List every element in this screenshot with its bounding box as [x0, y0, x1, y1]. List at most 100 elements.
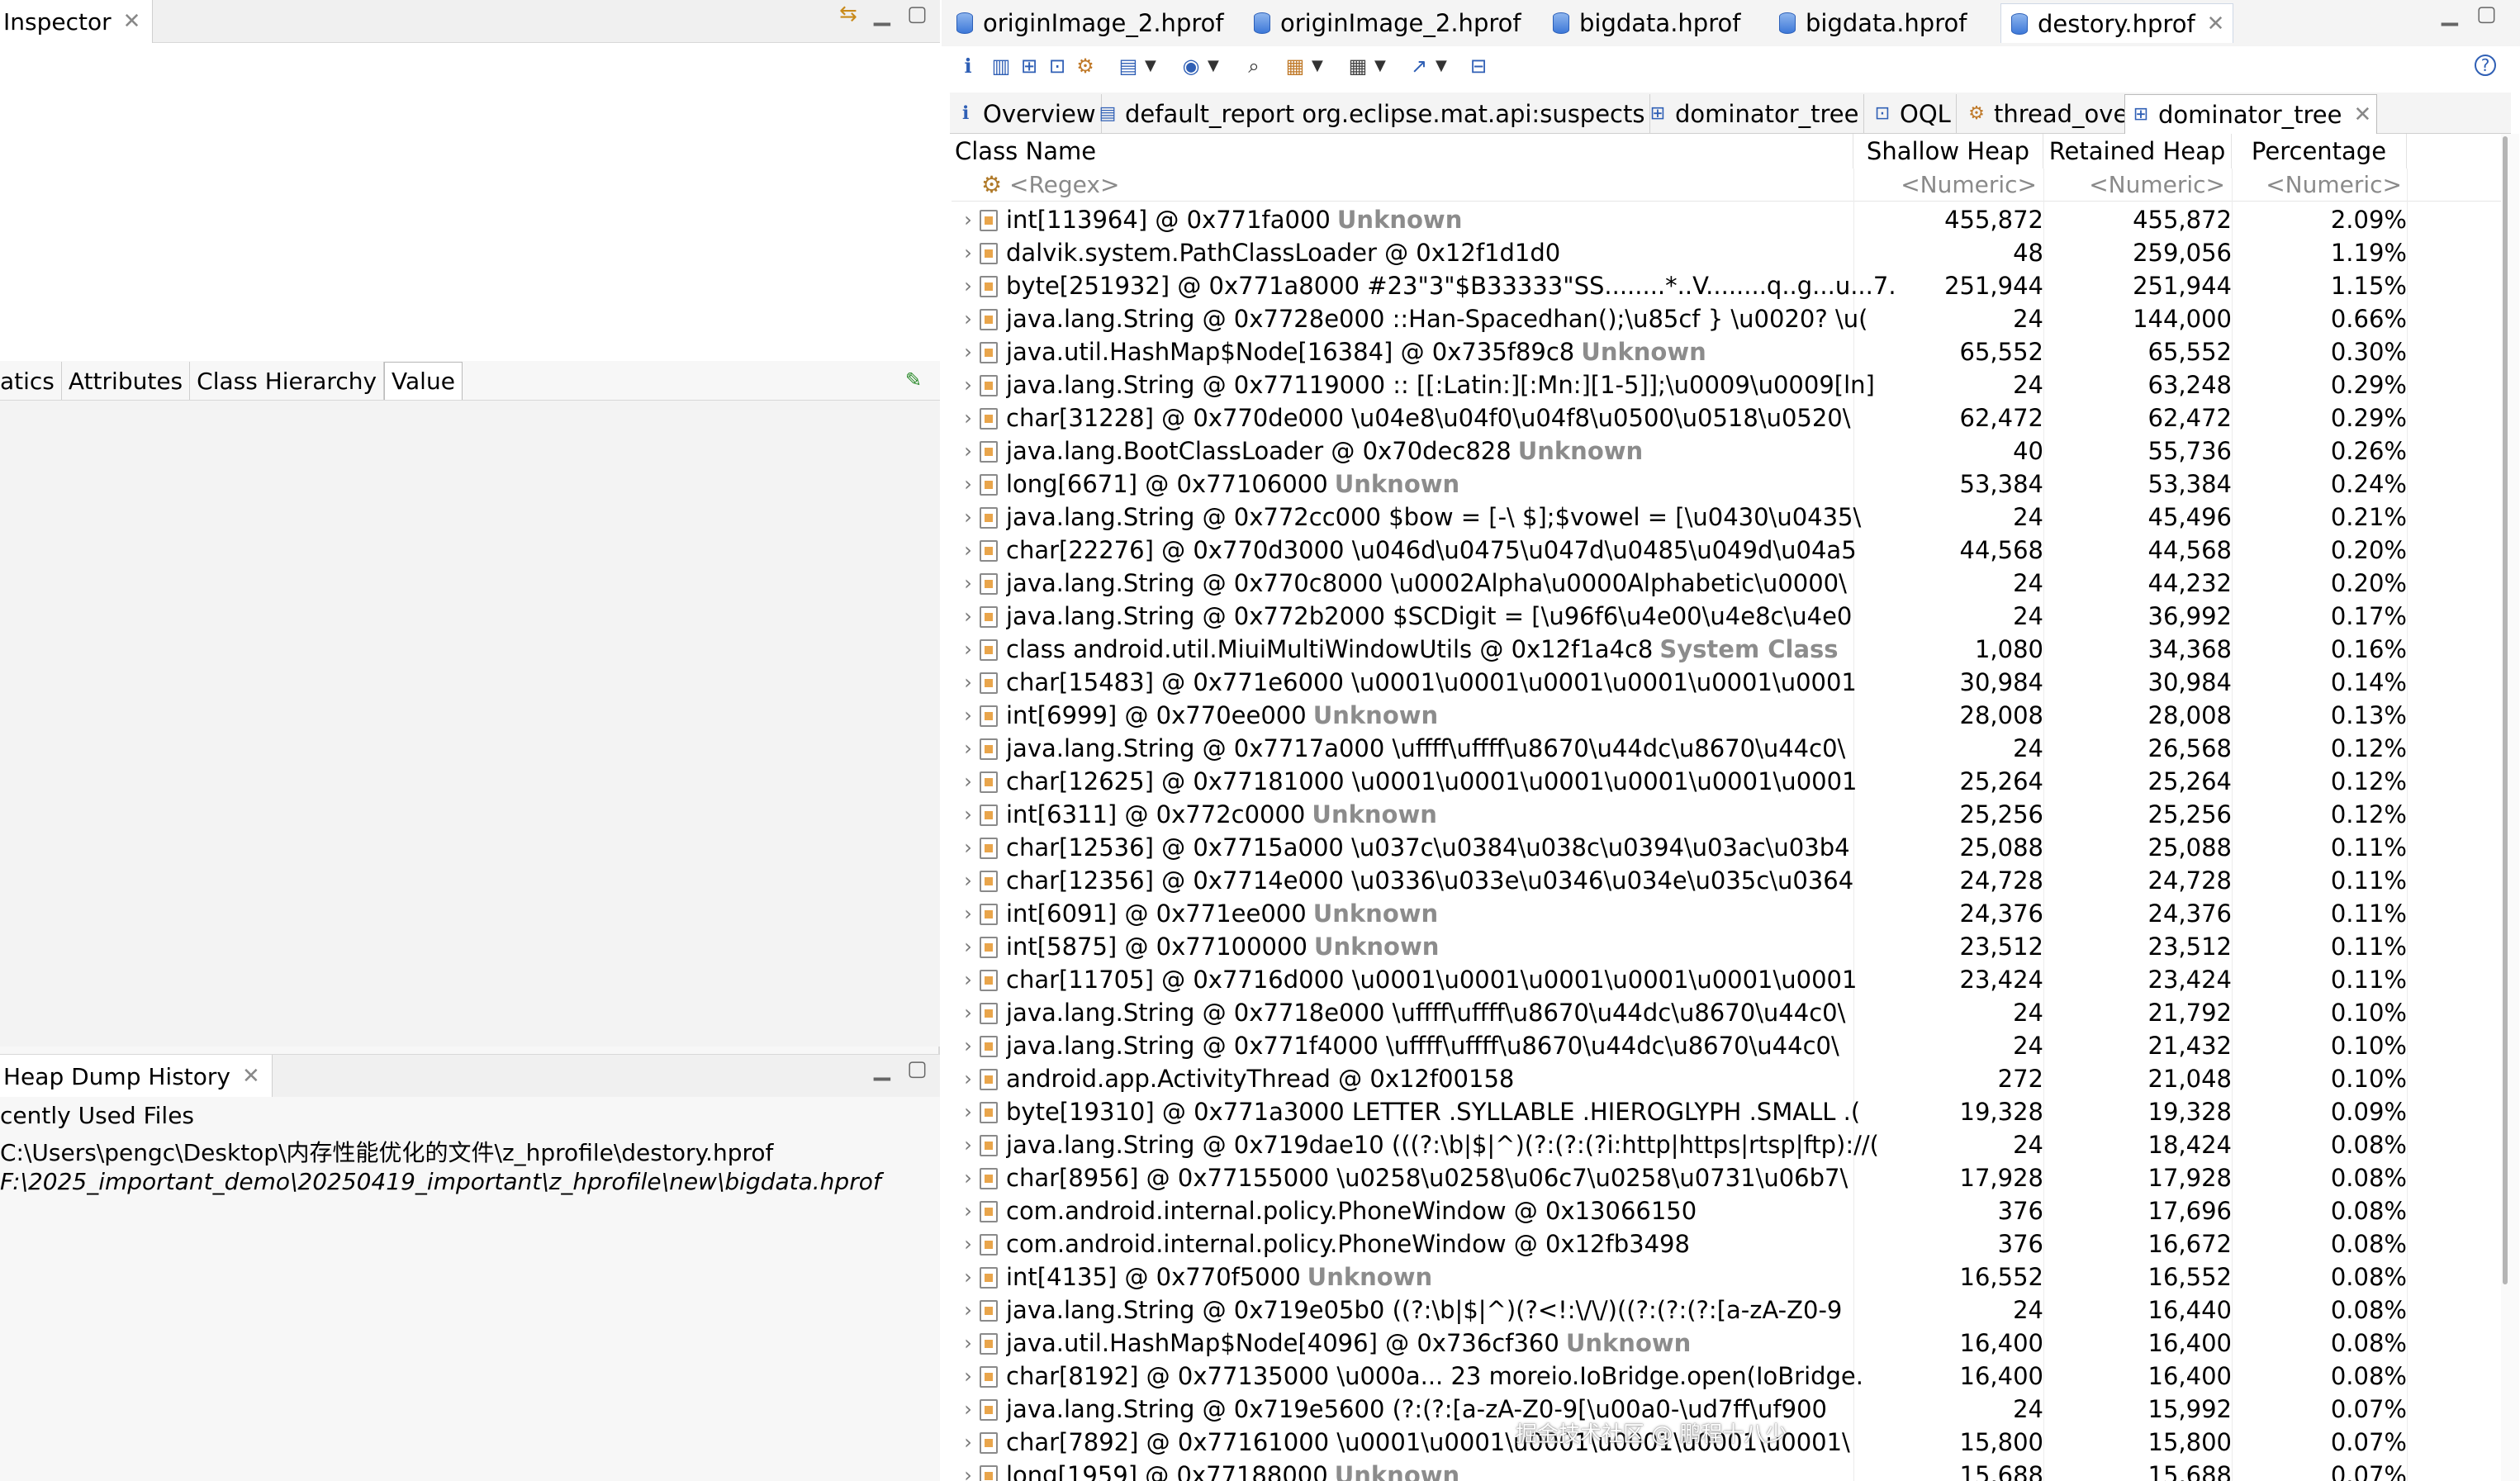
reports-icon[interactable]: ▤ [1117, 55, 1140, 78]
link-editor-icon[interactable]: ⇆ [839, 2, 857, 26]
expand-chevron-icon[interactable]: › [960, 831, 976, 864]
tab-overview[interactable]: ℹ Overview [950, 94, 1102, 134]
history-file-bigdata[interactable]: F:\2025_important_demo\20250419_importan… [0, 1168, 881, 1195]
column-header-shallow-heap[interactable]: Shallow Heap [1853, 134, 2043, 169]
pin-icon[interactable]: ✎ [905, 368, 922, 392]
expand-chevron-icon[interactable]: › [960, 434, 976, 468]
editor-tab-originimage-1[interactable]: originImage_2.hprof [956, 3, 1224, 43]
calculator-icon[interactable]: ▦ [1346, 55, 1369, 78]
table-row[interactable]: › com.android.internal.policy.PhoneWindow… [952, 1227, 2511, 1260]
table-row[interactable]: › int[6091] @ 0x771ee000 Unknown 24,376 24,3… [952, 897, 2511, 930]
oql-icon[interactable]: ⊡ [1046, 55, 1069, 78]
minimize-icon[interactable]: ▁ [874, 1056, 890, 1081]
tab-dominator-tree-2[interactable]: ⊞ dominator_tree ✕ [2124, 94, 2378, 134]
shallow-heap-filter[interactable]: <Numeric> [1853, 169, 2037, 202]
expand-chevron-icon[interactable]: › [960, 732, 976, 765]
column-header-class-name[interactable]: Class Name [952, 134, 1853, 169]
table-row[interactable]: › char[8192] @ 0x77135000 \u000a... 23 mo… [952, 1360, 2511, 1393]
export-icon[interactable]: ↗ [1407, 55, 1431, 78]
expand-chevron-icon[interactable]: › [960, 1426, 976, 1459]
table-row[interactable]: › byte[251932] @ 0x771a8000 #23"3"$B33333… [952, 269, 2511, 302]
expand-chevron-icon[interactable]: › [960, 1227, 976, 1260]
chevron-down-icon[interactable]: ▼ [1374, 55, 1386, 78]
expand-chevron-icon[interactable]: › [960, 302, 976, 335]
expand-chevron-icon[interactable]: › [960, 468, 976, 501]
table-row[interactable]: › java.lang.String @ 0x770c8000 \u0002Alp… [952, 567, 2511, 600]
expand-chevron-icon[interactable]: › [960, 368, 976, 401]
expand-chevron-icon[interactable]: › [960, 765, 976, 798]
table-row[interactable]: › android.app.ActivityThread @ 0x12f00158… [952, 1062, 2511, 1095]
table-row[interactable]: › class android.util.MiuiMultiWindowUtils… [952, 633, 2511, 666]
table-row[interactable]: › char[11705] @ 0x7716d000 \u0001\u0001\u… [952, 963, 2511, 996]
editor-tab-destory[interactable]: destory.hprof ✕ [2000, 3, 2234, 43]
minimize-icon[interactable]: ▁ [874, 2, 890, 26]
close-icon[interactable]: ✕ [2207, 12, 2225, 36]
expand-chevron-icon[interactable]: › [960, 401, 976, 434]
table-row[interactable]: › char[12536] @ 0x7715a000 \u037c\u0384\u… [952, 831, 2511, 864]
expand-chevron-icon[interactable]: › [960, 1095, 976, 1128]
expand-chevron-icon[interactable]: › [960, 269, 976, 302]
expand-chevron-icon[interactable]: › [960, 335, 976, 368]
column-header-retained-heap[interactable]: Retained Heap [2043, 134, 2232, 169]
expand-chevron-icon[interactable]: › [960, 864, 976, 897]
expand-chevron-icon[interactable]: › [960, 1294, 976, 1327]
chevron-down-icon[interactable]: ▼ [1436, 55, 1447, 78]
expand-chevron-icon[interactable]: › [960, 996, 976, 1029]
info-icon[interactable]: ℹ [956, 55, 980, 78]
chevron-down-icon[interactable]: ▼ [1208, 55, 1219, 78]
search-icon[interactable]: ⌕ [1242, 55, 1265, 78]
column-header-percentage[interactable]: Percentage [2232, 134, 2407, 169]
table-row[interactable]: › java.lang.String @ 0x7718e000 \uffff\uf… [952, 996, 2511, 1029]
expand-chevron-icon[interactable]: › [960, 930, 976, 963]
table-row[interactable]: › char[15483] @ 0x771e6000 \u0001\u0001\u… [952, 666, 2511, 699]
table-row[interactable]: › char[12625] @ 0x77181000 \u0001\u0001\u… [952, 765, 2511, 798]
tab-class-hierarchy[interactable]: Class Hierarchy [190, 362, 385, 400]
table-row[interactable]: › java.lang.String @ 0x719dae10 (((?:\b|$… [952, 1128, 2511, 1161]
expand-chevron-icon[interactable]: › [960, 534, 976, 567]
thread-icon[interactable]: ⚙ [1074, 55, 1097, 78]
editor-tab-bigdata-2[interactable]: bigdata.hprof [1779, 3, 1967, 43]
table-row[interactable]: › int[6311] @ 0x772c0000 Unknown 25,256 25,2… [952, 798, 2511, 831]
table-row[interactable]: › java.lang.String @ 0x7728e000 ::Han-Spa… [952, 302, 2511, 335]
close-icon[interactable]: ✕ [123, 9, 141, 34]
tab-default-report[interactable]: ▤ default_report org.eclipse.mat.api:sus… [1092, 94, 1651, 134]
chevron-down-icon[interactable]: ▼ [1312, 55, 1323, 78]
expand-chevron-icon[interactable]: › [960, 1327, 976, 1360]
tab-value[interactable]: Value [384, 362, 463, 400]
history-file-destory[interactable]: C:\Users\pengc\Desktop\内存性能优化的文件\z_hprof… [0, 1135, 773, 1168]
tab-heap-dump-history[interactable]: Heap Dump History ✕ [0, 1055, 273, 1098]
expand-chevron-icon[interactable]: › [960, 666, 976, 699]
expand-chevron-icon[interactable]: › [960, 1029, 976, 1062]
group-by-icon[interactable]: ▦ [1284, 55, 1307, 78]
maximize-icon[interactable]: ▢ [907, 1056, 928, 1081]
expand-chevron-icon[interactable]: › [960, 567, 976, 600]
expand-chevron-icon[interactable]: › [960, 236, 976, 269]
expand-chevron-icon[interactable]: › [960, 1393, 976, 1426]
tab-dominator-tree-1[interactable]: ⊞ dominator_tree [1642, 94, 1865, 134]
editor-tab-bigdata-1[interactable]: bigdata.hprof [1553, 3, 1740, 43]
tab-statics[interactable]: atics [0, 362, 62, 400]
expand-chevron-icon[interactable]: › [960, 1260, 976, 1294]
dominator-tree-icon[interactable]: ⊞ [1018, 55, 1041, 78]
table-row[interactable]: › java.lang.String @ 0x772b2000 $SCDigit … [952, 600, 2511, 633]
table-row[interactable]: › char[12356] @ 0x7714e000 \u0336\u033e\u… [952, 864, 2511, 897]
compare-icon[interactable]: ⊟ [1467, 55, 1490, 78]
query-browser-icon[interactable]: ◉ [1179, 55, 1203, 78]
expand-chevron-icon[interactable]: › [960, 600, 976, 633]
close-icon[interactable]: ✕ [242, 1064, 260, 1089]
help-icon[interactable]: ? [2475, 55, 2496, 76]
maximize-icon[interactable]: ▢ [2476, 2, 2497, 26]
expand-chevron-icon[interactable]: › [960, 798, 976, 831]
maximize-icon[interactable]: ▢ [907, 2, 928, 26]
table-row[interactable]: › java.lang.String @ 0x77119000 :: [[:Lat… [952, 368, 2511, 401]
expand-chevron-icon[interactable]: › [960, 1194, 976, 1227]
retained-heap-filter[interactable]: <Numeric> [2043, 169, 2225, 202]
editor-tab-originimage-2[interactable]: originImage_2.hprof [1254, 3, 1521, 43]
table-row[interactable]: › java.lang.String @ 0x772cc000 $bow = [-… [952, 501, 2511, 534]
expand-chevron-icon[interactable]: › [960, 1161, 976, 1194]
expand-chevron-icon[interactable]: › [960, 633, 976, 666]
class-name-filter[interactable]: <Regex> [1009, 169, 1119, 202]
table-row[interactable]: › java.lang.BootClassLoader @ 0x70dec828 U… [952, 434, 2511, 468]
expand-chevron-icon[interactable]: › [960, 963, 976, 996]
expand-chevron-icon[interactable]: › [960, 501, 976, 534]
